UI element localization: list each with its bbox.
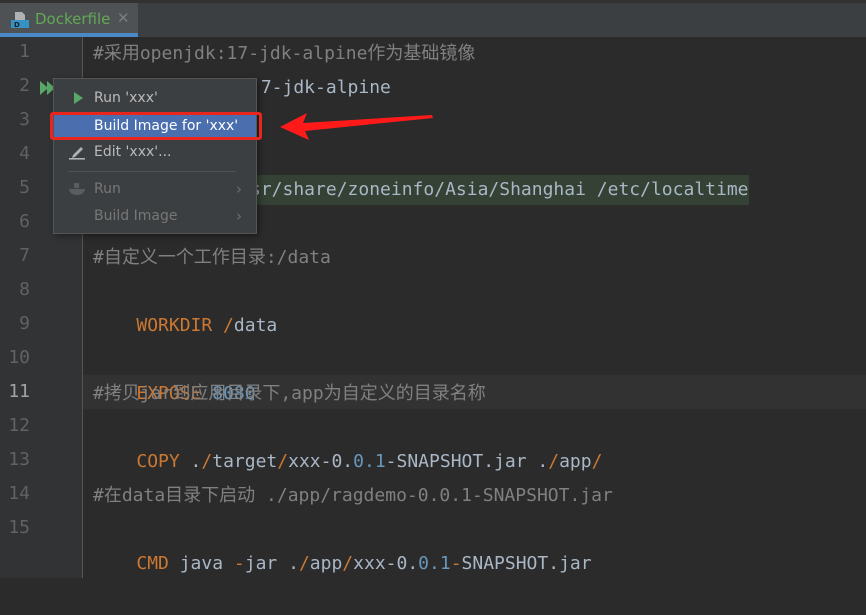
tab-label: Dockerfile [35, 10, 111, 28]
gutter-run-popup-menu: Run 'xxx' Build Image for 'xxx' Edit 'xx… [53, 78, 257, 234]
code-token: / [591, 451, 603, 472]
code-line-5: sr/share/zoneinfo/Asia/Shanghai /etc/loc… [250, 175, 749, 205]
line-number: 15 [8, 517, 30, 538]
code-line-11: #拷贝jar到应用目录下,app为自定义的目录名称 [93, 383, 486, 404]
chevron-right-icon: › [236, 180, 242, 198]
line-number: 5 [19, 177, 30, 198]
code-token: / [201, 451, 213, 472]
menu-item-edit-xxx[interactable]: Edit 'xxx'... [54, 139, 256, 165]
menu-item-label: Edit 'xxx'... [94, 144, 172, 160]
code-token: app [309, 553, 343, 574]
line-number: 2 [19, 75, 30, 96]
keyword: CMD [136, 553, 169, 574]
code-token: 0.1 [353, 451, 386, 472]
line-number: 4 [19, 143, 30, 164]
keyword: WORKDIR [136, 315, 213, 336]
svg-text:D: D [14, 21, 20, 29]
line-number: 6 [19, 211, 30, 232]
code-token: / [277, 451, 289, 472]
menu-item-label: Build Image [94, 208, 178, 224]
line-number-current: 11 [8, 381, 30, 402]
code-line-7: #自定义一个工作目录:/data [93, 247, 331, 268]
code-token: app [559, 451, 592, 472]
code-token: / [548, 451, 560, 472]
code-token: / [342, 553, 354, 574]
code-token: - [450, 553, 462, 574]
docker-icon [69, 183, 85, 195]
line-number: 12 [8, 415, 30, 436]
code-line-12: COPY ./target/xxx-0.0.1-SNAPSHOT.jar ./a… [93, 411, 602, 472]
code-line-10: EXPOSE 8080 [93, 343, 255, 404]
line-number: 1 [19, 41, 30, 62]
code-token: jar . [244, 553, 299, 574]
menu-item-build-image-submenu[interactable]: Build Image › [54, 203, 256, 229]
edit-pencil-icon [69, 147, 85, 160]
code-token: SNAPSHOT.jar [461, 553, 592, 574]
line-number: 14 [8, 483, 30, 504]
line-number: 8 [19, 279, 30, 300]
line-number: 3 [19, 109, 30, 130]
code-line-1: #采用openjdk:17-jdk-alpine作为基础镜像 [93, 43, 476, 64]
menu-item-label: Run 'xxx' [94, 90, 158, 106]
line-number: 7 [19, 245, 30, 266]
code-token: target [212, 451, 278, 472]
keyword: COPY [136, 451, 180, 472]
code-token: - [233, 553, 245, 574]
menu-item-run-xxx[interactable]: Run 'xxx' [54, 85, 256, 111]
menu-separator [68, 171, 236, 172]
annotation-arrow-icon [280, 113, 433, 140]
tab-dockerfile[interactable]: D Dockerfile ✕ [0, 3, 138, 37]
line-number: 9 [19, 313, 30, 334]
code-token: java [168, 553, 234, 574]
menu-item-label: Run [94, 181, 121, 197]
chevron-right-icon: › [236, 207, 242, 225]
code-line-14: #在data目录下启动 ./app/ragdemo-0.0.1-SNAPSHOT… [93, 485, 613, 506]
code-line-15: CMD java -jar ./app/xxx-0.0.1-SNAPSHOT.j… [93, 513, 591, 574]
line-number: 10 [8, 347, 30, 368]
code-token: -SNAPSHOT.jar . [385, 451, 549, 472]
docker-file-icon: D [11, 12, 29, 29]
menu-item-run-submenu[interactable]: Run › [54, 176, 256, 202]
path-separator: / [212, 315, 234, 336]
code-token: xxx-0. [288, 451, 354, 472]
line-number: 13 [8, 449, 30, 470]
path: data [233, 315, 278, 336]
code-token: / [298, 553, 310, 574]
annotation-highlight-box [50, 112, 262, 140]
code-token: 0.1 [418, 553, 451, 574]
close-icon[interactable]: ✕ [117, 9, 130, 27]
code-token: xxx-0. [353, 553, 419, 574]
code-line-2: .7-jdk-alpine [250, 77, 391, 98]
editor-tab-bar: D Dockerfile ✕ [0, 0, 866, 37]
code-line-8: WORKDIR /data [93, 275, 277, 336]
code-token: . [179, 451, 202, 472]
run-icon [74, 92, 83, 104]
